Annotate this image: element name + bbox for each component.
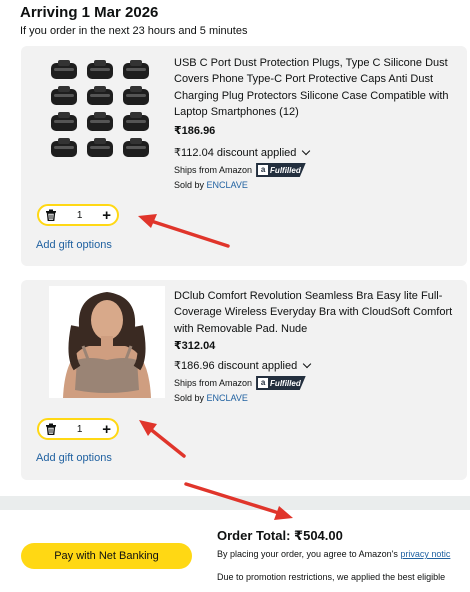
ships-from-text: Ships from Amazon bbox=[174, 378, 253, 388]
add-gift-options-link[interactable]: Add gift options bbox=[36, 239, 112, 251]
product-price: ₹186.96 bbox=[174, 125, 216, 137]
sold-by: Sold by ENCLAVE bbox=[174, 180, 248, 190]
trash-icon[interactable] bbox=[45, 209, 57, 221]
sold-by-label: Sold by bbox=[174, 393, 205, 403]
plus-icon[interactable]: + bbox=[102, 422, 111, 437]
product-price: ₹312.04 bbox=[174, 340, 216, 352]
quantity-value: 1 bbox=[76, 209, 83, 221]
chevron-down-icon bbox=[302, 146, 311, 155]
sold-by-label: Sold by bbox=[174, 180, 205, 190]
agreement-text: By placing your order, you agree to Amaz… bbox=[217, 549, 450, 559]
seller-link[interactable]: ENCLAVE bbox=[207, 180, 248, 190]
plus-icon[interactable]: + bbox=[102, 208, 111, 223]
discount-text: ₹112.04 discount applied bbox=[174, 147, 297, 159]
ships-from: Ships from Amazon a Fulfilled bbox=[174, 376, 306, 390]
product-title[interactable]: DClub Comfort Revolution Seamless Bra Ea… bbox=[174, 288, 464, 337]
sold-by: Sold by ENCLAVE bbox=[174, 393, 248, 403]
fulfilled-badge: a Fulfilled bbox=[256, 163, 306, 177]
discount-dropdown[interactable]: ₹112.04 discount applied bbox=[174, 146, 311, 159]
fulfilled-label: Fulfilled bbox=[270, 165, 301, 175]
quantity-stepper: 1 + bbox=[37, 204, 119, 226]
delivery-heading: Arriving 1 Mar 2026 bbox=[20, 4, 159, 21]
product-image-dust-plugs[interactable] bbox=[49, 56, 159, 166]
discount-text: ₹186.96 discount applied bbox=[174, 360, 298, 372]
cart-item-card: DClub Comfort Revolution Seamless Bra Ea… bbox=[21, 280, 467, 480]
quantity-value: 1 bbox=[76, 423, 83, 435]
cart-item-card: USB C Port Dust Protection Plugs, Type C… bbox=[21, 46, 467, 266]
ships-from-text: Ships from Amazon bbox=[174, 165, 253, 175]
fulfilled-badge: a Fulfilled bbox=[256, 376, 306, 390]
promotion-notice: Due to promotion restrictions, we applie… bbox=[217, 572, 446, 582]
privacy-notice-link[interactable]: privacy notic bbox=[400, 549, 450, 559]
chevron-down-icon bbox=[302, 359, 312, 368]
section-divider bbox=[0, 496, 470, 510]
agreement-label: By placing your order, you agree to Amaz… bbox=[217, 549, 398, 559]
order-total: Order Total: ₹504.00 bbox=[217, 528, 343, 543]
fulfilled-label: Fulfilled bbox=[270, 378, 301, 388]
product-title[interactable]: USB C Port Dust Protection Plugs, Type C… bbox=[174, 55, 464, 121]
ships-from: Ships from Amazon a Fulfilled bbox=[174, 163, 306, 177]
add-gift-options-link[interactable]: Add gift options bbox=[36, 452, 112, 464]
quantity-stepper: 1 + bbox=[37, 418, 119, 440]
checkout-page: Arriving 1 Mar 2026 If you order in the … bbox=[0, 0, 470, 592]
pay-with-net-banking-button[interactable]: Pay with Net Banking bbox=[21, 543, 192, 569]
trash-icon[interactable] bbox=[45, 423, 57, 435]
seller-link[interactable]: ENCLAVE bbox=[207, 393, 248, 403]
discount-dropdown[interactable]: ₹186.96 discount applied bbox=[174, 359, 312, 372]
product-image-bra[interactable] bbox=[49, 286, 165, 398]
amazon-logo-icon: a bbox=[258, 165, 269, 175]
amazon-logo-icon: a bbox=[258, 378, 269, 388]
delivery-countdown: If you order in the next 23 hours and 5 … bbox=[20, 25, 248, 37]
